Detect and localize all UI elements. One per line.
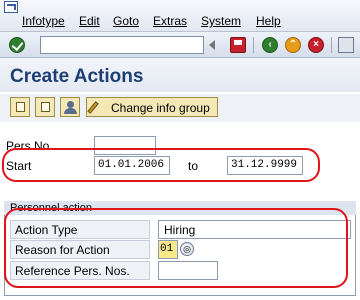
menu-infotype[interactable]: Infotype <box>22 14 65 28</box>
person-icon[interactable] <box>60 97 80 117</box>
save-icon[interactable] <box>230 37 246 53</box>
standard-toolbar: ‹ ⌃ × <box>0 32 360 58</box>
menu-help[interactable]: Help <box>256 14 281 28</box>
change-info-group-button[interactable]: Change info group <box>86 97 218 117</box>
highlight-period <box>2 148 320 182</box>
toolbar-separator <box>253 37 254 53</box>
sap-app-icon[interactable] <box>4 1 18 13</box>
toolbar-separator <box>331 37 332 53</box>
menu-goto[interactable]: Goto <box>113 14 139 28</box>
command-field[interactable] <box>40 36 204 54</box>
print-icon[interactable] <box>338 37 354 53</box>
pencil-icon <box>87 101 99 114</box>
exit-icon[interactable]: ⌃ <box>285 37 301 53</box>
change-info-group-label: Change info group <box>111 101 210 115</box>
overview-icon[interactable] <box>10 97 30 117</box>
highlight-personnel-action <box>4 208 348 288</box>
page-title: Create Actions <box>10 66 144 87</box>
document-icon[interactable] <box>35 97 55 117</box>
back-icon[interactable]: ‹ <box>262 37 278 53</box>
menu-bar: Infotype Edit Goto Extras System Help <box>0 0 360 32</box>
menu-extras[interactable]: Extras <box>153 14 187 28</box>
command-history-arrow-icon[interactable] <box>208 37 218 53</box>
menu-system[interactable]: System <box>201 14 241 28</box>
cancel-icon[interactable]: × <box>308 37 324 53</box>
application-toolbar: Change info group <box>0 94 360 122</box>
menu-edit[interactable]: Edit <box>79 14 100 28</box>
enter-check-icon[interactable] <box>9 37 25 53</box>
